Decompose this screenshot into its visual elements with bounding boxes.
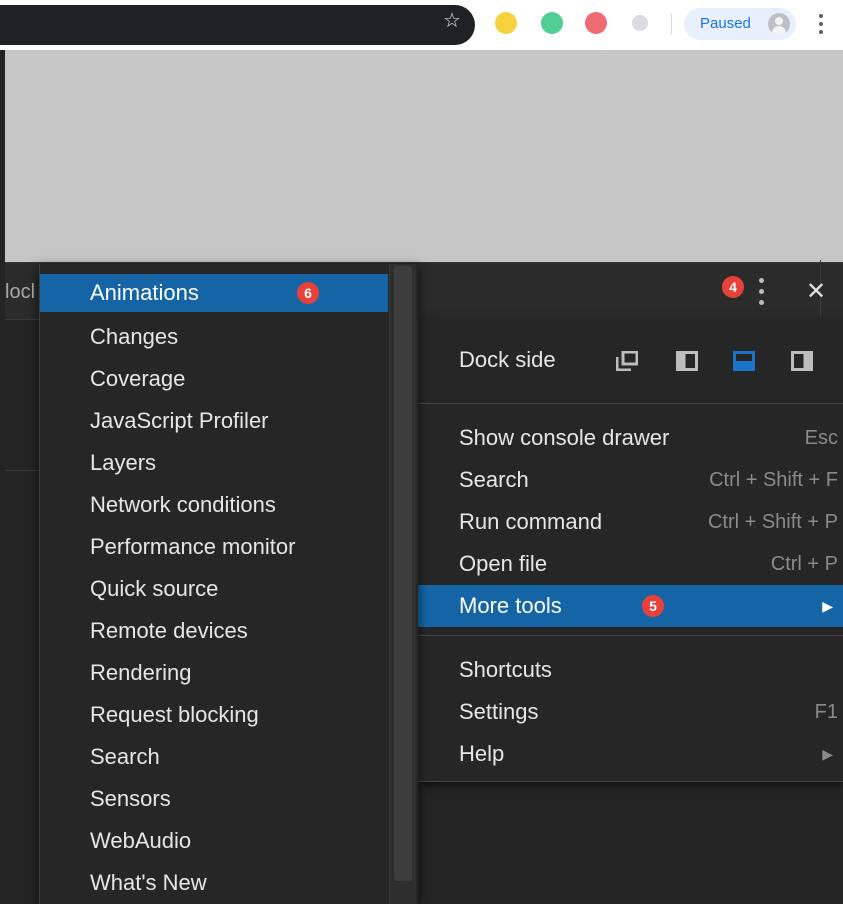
- undock-icon[interactable]: [616, 351, 638, 371]
- profile-button[interactable]: Paused: [684, 8, 796, 40]
- browser-toolbar: ☆ Paused: [0, 0, 843, 50]
- menu-separator: [418, 635, 843, 636]
- submenu-item-changes[interactable]: Changes: [40, 316, 388, 358]
- submenu-item-label: What's New: [90, 870, 207, 895]
- toolbar-divider: [671, 13, 672, 35]
- submenu-item-remote-devices[interactable]: Remote devices: [40, 610, 388, 652]
- submenu-item-animations[interactable]: Animations 6: [40, 274, 388, 312]
- step-badge-6: 6: [297, 282, 319, 304]
- menu-item-search[interactable]: Search Ctrl + Shift + F: [418, 459, 843, 501]
- submenu-item-label: Coverage: [90, 366, 186, 391]
- submenu-arrow-icon: ▶: [822, 746, 833, 762]
- menu-item-settings[interactable]: Settings F1: [418, 691, 843, 733]
- submenu-item-performance-monitor[interactable]: Performance monitor: [40, 526, 388, 568]
- submenu-item-label: Remote devices: [90, 618, 248, 643]
- submenu-item-label: JavaScript Profiler: [90, 408, 269, 433]
- menu-item-shortcut: Esc: [804, 427, 838, 449]
- menu-item-shortcut: F1: [814, 701, 838, 723]
- browser-menu-icon[interactable]: [817, 12, 825, 36]
- submenu-item-sensors[interactable]: Sensors: [40, 778, 388, 820]
- submenu-arrow-icon: ▶: [822, 598, 833, 614]
- submenu-item-coverage[interactable]: Coverage: [40, 358, 388, 400]
- menu-item-label: Run command: [459, 509, 603, 534]
- submenu-item-search[interactable]: Search: [40, 736, 388, 778]
- more-tools-submenu: Animations 6 Changes Coverage JavaScript…: [39, 264, 418, 904]
- submenu-item-rendering[interactable]: Rendering: [40, 652, 388, 694]
- page-viewport: [5, 50, 843, 262]
- submenu-item-request-blocking[interactable]: Request blocking: [40, 694, 388, 736]
- avatar-icon: [768, 13, 790, 35]
- devtools-main-menu: Dock side Show console drawer Esc Search…: [418, 318, 843, 782]
- menu-item-open-file[interactable]: Open file Ctrl + P: [418, 543, 843, 585]
- menu-item-label: Show console drawer: [459, 425, 670, 450]
- menu-item-shortcut: Ctrl + Shift + P: [707, 511, 838, 533]
- menu-item-label: More tools: [459, 593, 562, 618]
- submenu-item-label: Request blocking: [90, 702, 259, 727]
- profile-status-label: Paused: [700, 15, 751, 32]
- bookmark-star-icon[interactable]: ☆: [441, 9, 463, 31]
- scrollbar-thumb[interactable]: [394, 266, 412, 881]
- submenu-item-whats-new[interactable]: What's New: [40, 862, 388, 904]
- menu-item-show-console-drawer[interactable]: Show console drawer Esc: [418, 417, 843, 459]
- submenu-item-quick-source[interactable]: Quick source: [40, 568, 388, 610]
- menu-separator: [418, 403, 843, 404]
- menu-item-label: Settings: [459, 699, 539, 724]
- menu-item-shortcut: Ctrl + P: [770, 553, 838, 575]
- step-badge-5: 5: [642, 595, 664, 617]
- dock-right-icon[interactable]: [791, 351, 813, 371]
- address-bar[interactable]: [0, 5, 475, 45]
- submenu-item-label: Sensors: [90, 786, 171, 811]
- submenu-item-label: Layers: [90, 450, 157, 475]
- submenu-item-label: Search: [90, 744, 160, 769]
- devtools-tab-clipped[interactable]: locl: [5, 281, 35, 304]
- extension-red-icon[interactable]: [585, 12, 607, 34]
- menu-item-shortcuts[interactable]: Shortcuts: [418, 649, 843, 691]
- step-badge-4: 4: [722, 276, 744, 298]
- submenu-item-network-conditions[interactable]: Network conditions: [40, 484, 388, 526]
- submenu-scrollbar[interactable]: [389, 264, 416, 904]
- dock-left-icon[interactable]: [676, 351, 698, 371]
- close-icon[interactable]: ✕: [806, 275, 826, 307]
- menu-item-label: Help: [459, 741, 505, 766]
- menu-item-label: Shortcuts: [459, 657, 552, 682]
- dock-side-row: Dock side: [418, 318, 843, 402]
- menu-item-run-command[interactable]: Run command Ctrl + Shift + P: [418, 501, 843, 543]
- submenu-item-layers[interactable]: Layers: [40, 442, 388, 484]
- menu-item-shortcut: Ctrl + Shift + F: [709, 469, 838, 491]
- submenu-item-label: Rendering: [90, 660, 192, 685]
- submenu-item-javascript-profiler[interactable]: JavaScript Profiler: [40, 400, 388, 442]
- dock-side-label: Dock side: [459, 347, 556, 372]
- submenu-item-label: Changes: [90, 324, 179, 349]
- devtools-menu-icon[interactable]: [757, 277, 765, 307]
- submenu-item-label: Animations: [90, 280, 199, 305]
- menu-item-help[interactable]: Help ▶: [418, 733, 843, 775]
- submenu-item-webaudio[interactable]: WebAudio: [40, 820, 388, 862]
- extension-gray-icon[interactable]: [632, 15, 648, 31]
- submenu-item-label: Network conditions: [90, 492, 276, 517]
- menu-item-more-tools[interactable]: More tools 5 ▶: [418, 585, 843, 627]
- submenu-item-label: Quick source: [90, 576, 219, 601]
- submenu-item-label: WebAudio: [90, 828, 192, 853]
- extension-yellow-icon[interactable]: [495, 12, 517, 34]
- menu-item-label: Open file: [459, 551, 548, 576]
- extension-green-icon[interactable]: [541, 12, 563, 34]
- submenu-item-label: Performance monitor: [90, 534, 296, 559]
- dock-bottom-icon[interactable]: [733, 351, 755, 371]
- menu-item-label: Search: [459, 467, 529, 492]
